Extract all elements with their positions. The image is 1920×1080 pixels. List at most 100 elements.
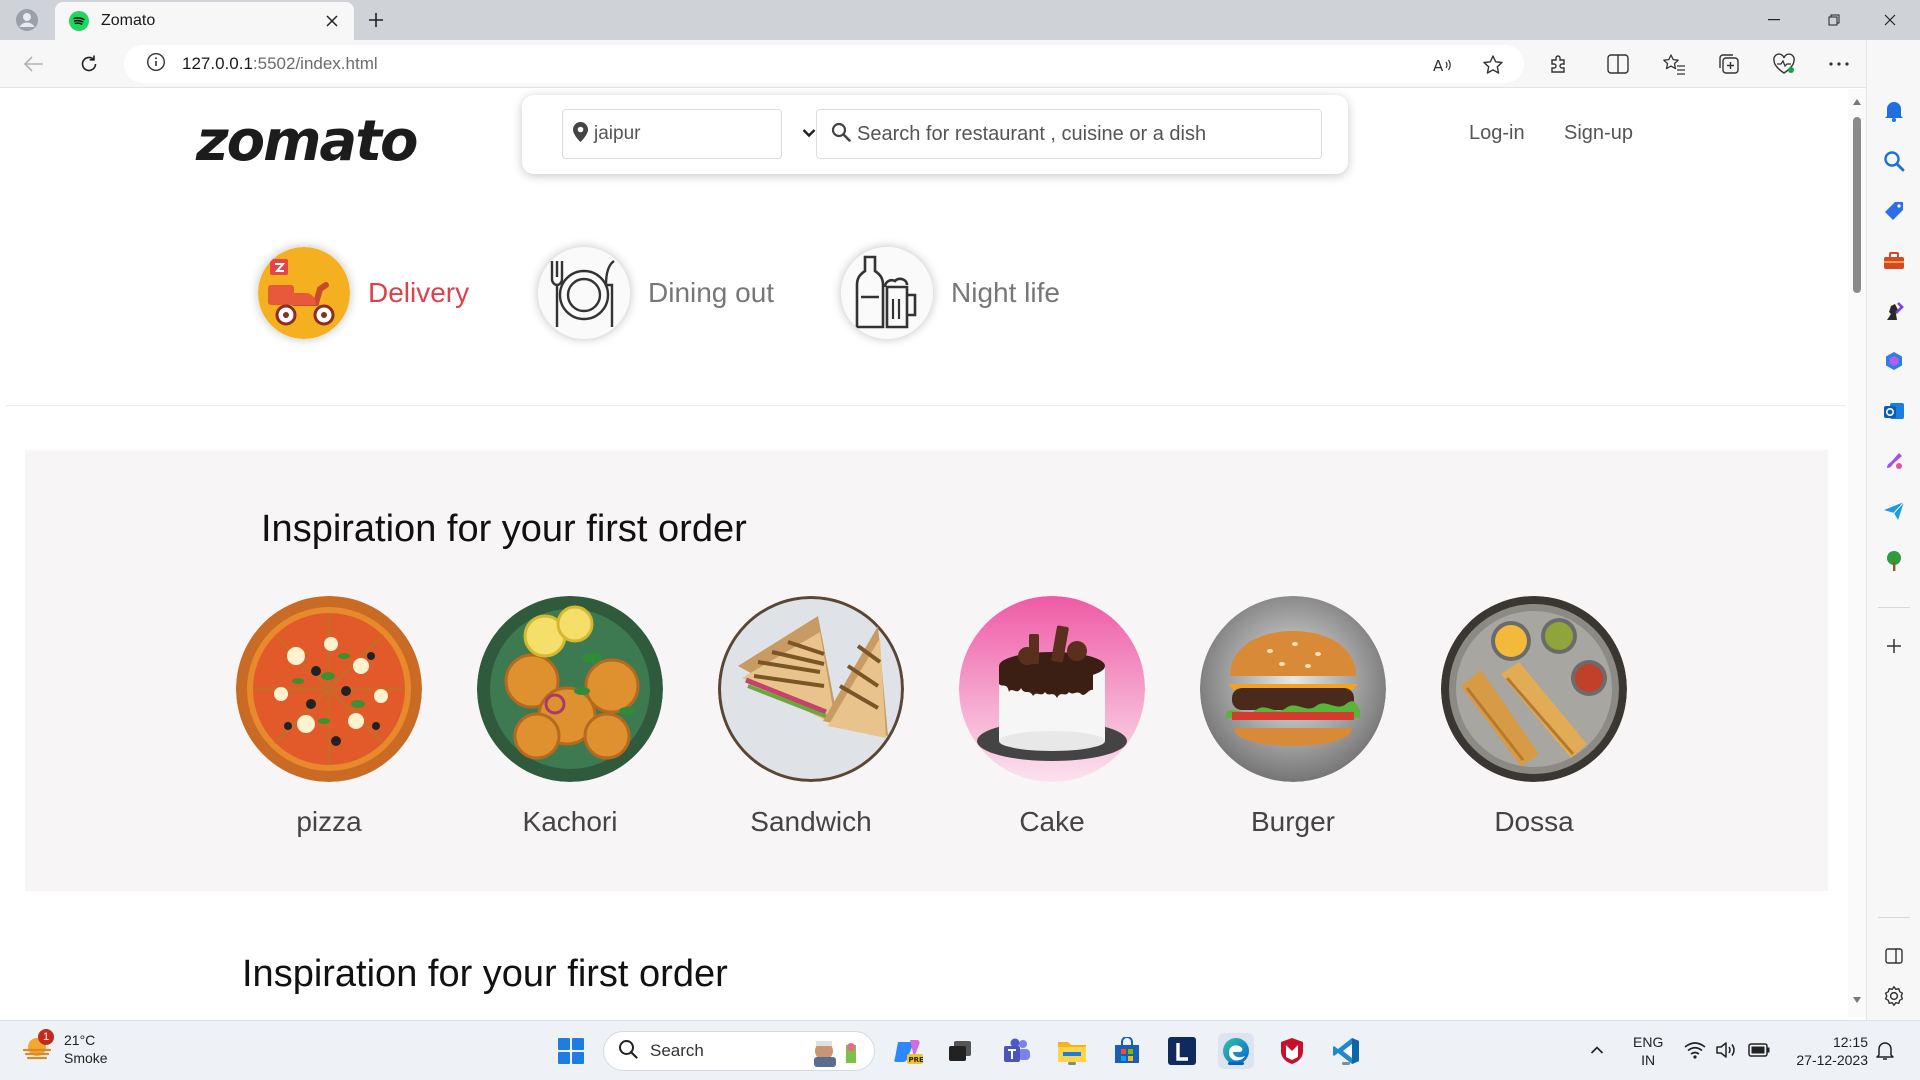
region-code: IN <box>1641 1052 1656 1068</box>
outlook-icon[interactable] <box>1880 397 1908 425</box>
browser-essentials-icon[interactable] <box>1770 50 1798 78</box>
language-code: ENG <box>1633 1034 1664 1050</box>
search-icon <box>618 1039 638 1064</box>
inspiration-section: Inspiration for your first order pizza K… <box>25 450 1828 891</box>
search-input[interactable] <box>857 122 1297 146</box>
language-indicator[interactable]: ENG IN <box>1633 1033 1663 1069</box>
read-aloud-icon[interactable]: A <box>1432 54 1454 76</box>
svg-text:A: A <box>1433 57 1444 74</box>
split-screen-icon[interactable] <box>1604 50 1632 78</box>
food-label: Sandwich <box>750 806 872 837</box>
category-delivery[interactable]: Delivery <box>258 247 469 339</box>
food-item-kachori[interactable]: Kachori <box>477 596 663 838</box>
edge-browser-icon[interactable] <box>1218 1033 1254 1069</box>
login-link[interactable]: Log-in <box>1469 122 1525 145</box>
location-field[interactable]: jaipur <box>562 109 782 159</box>
food-item-pizza[interactable]: pizza <box>236 596 422 838</box>
weather-text: 21°C Smoke <box>64 1031 108 1067</box>
favorite-star-icon[interactable] <box>1482 54 1504 76</box>
food-item-dossa[interactable]: Dossa <box>1441 596 1627 838</box>
scroll-up-icon[interactable] <box>1852 97 1862 107</box>
category-night-life[interactable]: Night life <box>841 247 1060 339</box>
category-dining-out[interactable]: Dining out <box>538 247 774 339</box>
shopping-tag-icon[interactable] <box>1880 197 1908 225</box>
dossa-image <box>1441 596 1627 782</box>
url-bar[interactable]: 127.0.0.1:5502/index.html A <box>124 45 1524 83</box>
hide-sidebar-icon[interactable] <box>1880 942 1908 970</box>
active-app-indicator <box>1228 1062 1244 1065</box>
notifications-icon[interactable] <box>1880 97 1908 125</box>
search-sidebar-icon[interactable] <box>1880 147 1908 175</box>
tree-icon[interactable] <box>1880 547 1908 575</box>
add-sidebar-app-icon[interactable] <box>1880 632 1908 660</box>
page-scrollbar[interactable] <box>1848 89 1866 1017</box>
nightlife-icon <box>841 247 933 339</box>
weather-widget[interactable]: 1 21°C Smoke <box>22 1029 108 1067</box>
clock-time: 12:15 <box>1832 1034 1868 1050</box>
section-divider <box>6 405 1846 406</box>
vscode-icon[interactable] <box>1328 1033 1364 1069</box>
l-app-icon[interactable] <box>1164 1033 1200 1069</box>
edge-sidebar <box>1866 40 1920 1020</box>
wifi-icon[interactable] <box>1684 1041 1706 1063</box>
battery-icon[interactable] <box>1748 1043 1770 1061</box>
chevron-down-icon[interactable] <box>802 125 816 143</box>
microsoft-store-icon[interactable] <box>1109 1033 1145 1069</box>
food-item-burger[interactable]: Burger <box>1200 596 1386 838</box>
pizza-image <box>236 596 422 782</box>
new-tab-icon[interactable] <box>364 8 388 32</box>
sidebar-divider <box>1878 607 1910 608</box>
restore-icon[interactable] <box>1806 0 1862 40</box>
extensions-icon[interactable] <box>1545 50 1573 78</box>
tools-icon[interactable] <box>1880 247 1908 275</box>
file-explorer-icon[interactable] <box>1054 1033 1090 1069</box>
category-label: Night life <box>951 277 1060 308</box>
browser-tab[interactable]: Zomato <box>55 2 354 40</box>
section-heading-2: Inspiration for your first order <box>242 953 728 995</box>
close-window-icon[interactable] <box>1862 0 1918 40</box>
weather-condition: Smoke <box>64 1050 108 1066</box>
category-label: Dining out <box>648 277 775 308</box>
clock[interactable]: 12:15 27-12-2023 <box>1784 1033 1868 1069</box>
collections-icon[interactable] <box>1715 50 1743 78</box>
minimize-icon[interactable] <box>1746 0 1802 40</box>
url-text: 127.0.0.1:5502/index.html <box>182 54 378 73</box>
microsoft-365-icon[interactable] <box>1880 347 1908 375</box>
games-icon[interactable] <box>1880 297 1908 325</box>
start-windows-icon[interactable] <box>553 1033 589 1069</box>
windows-taskbar: 1 21°C Smoke Search PRE ENG IN 12:15 27-… <box>0 1020 1920 1080</box>
task-view-icon[interactable] <box>942 1033 978 1069</box>
food-item-sandwich[interactable]: Sandwich <box>718 596 904 838</box>
site-info-icon[interactable] <box>146 52 166 77</box>
mcafee-shield-icon[interactable] <box>1274 1033 1310 1069</box>
send-icon[interactable] <box>1880 497 1908 525</box>
food-label: pizza <box>296 806 362 837</box>
close-tab-icon[interactable] <box>322 11 342 31</box>
browser-tab-bar: Zomato <box>0 0 1920 40</box>
temperature: 21°C <box>64 1032 96 1048</box>
scrollbar-thumb[interactable] <box>1853 117 1861 293</box>
taskbar-search[interactable]: Search <box>603 1031 875 1071</box>
notification-bell-icon[interactable] <box>1876 1041 1894 1065</box>
search-label: Search <box>650 1041 704 1060</box>
refresh-icon[interactable] <box>75 50 103 78</box>
sidebar-divider <box>1878 917 1910 918</box>
zomato-logo[interactable]: zomato <box>196 109 418 174</box>
food-item-cake[interactable]: Cake <box>959 596 1145 838</box>
back-icon[interactable] <box>20 50 48 78</box>
show-hidden-icons-chevron-up-icon[interactable] <box>1590 1041 1604 1059</box>
running-indicator <box>1342 1062 1350 1065</box>
favorites-icon[interactable] <box>1660 50 1688 78</box>
profile-icon[interactable] <box>10 6 44 34</box>
food-label: Cake <box>1019 806 1085 837</box>
teams-icon[interactable] <box>999 1033 1035 1069</box>
food-label: Kachori <box>522 806 618 837</box>
copilot-preview-icon[interactable]: PRE <box>890 1033 926 1069</box>
scroll-down-icon[interactable] <box>1852 995 1862 1005</box>
search-card: jaipur <box>522 95 1348 174</box>
settings-gear-icon[interactable] <box>1880 982 1908 1010</box>
signup-link[interactable]: Sign-up <box>1564 122 1633 145</box>
more-menu-icon[interactable] <box>1825 50 1853 78</box>
designer-icon[interactable] <box>1880 447 1908 475</box>
volume-icon[interactable] <box>1716 1041 1738 1063</box>
